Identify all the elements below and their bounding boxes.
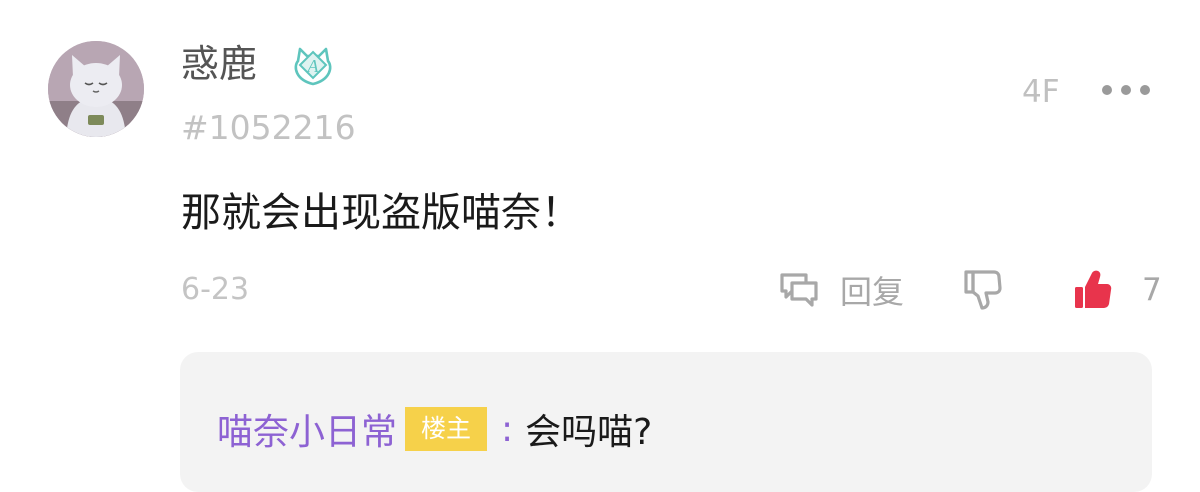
like-count: 7 xyxy=(1142,272,1162,308)
sub-reply[interactable]: 喵奈小日常 楼主 : 会吗喵? xyxy=(217,404,652,454)
comment-date: 6-23 xyxy=(181,272,250,307)
cat-avatar-image xyxy=(48,41,144,137)
op-tag: 楼主 xyxy=(405,407,488,451)
thumbs-up-icon xyxy=(1075,270,1112,308)
floor-number: 4F xyxy=(1022,74,1060,110)
sub-reply-text: 会吗喵? xyxy=(525,412,653,453)
reply-label: 回复 xyxy=(840,273,905,311)
sub-reply-colon: : xyxy=(501,408,514,450)
like-button[interactable]: 7 xyxy=(1072,266,1162,314)
user-level-badge-icon: A xyxy=(288,40,338,90)
avatar[interactable] xyxy=(48,41,144,137)
thumbs-down-icon xyxy=(964,270,1002,310)
badge-letter: A xyxy=(307,56,320,76)
username[interactable]: 惑鹿 xyxy=(181,40,257,88)
more-horizontal-icon[interactable] xyxy=(1102,78,1150,102)
dislike-button[interactable] xyxy=(962,268,1004,312)
comment-content: 那就会出现盗版喵奈！ xyxy=(181,190,581,236)
comment-bubble-icon xyxy=(780,273,818,307)
reply-button[interactable]: 回复 xyxy=(778,266,904,314)
sub-reply-author[interactable]: 喵奈小日常 xyxy=(217,403,397,455)
user-id: #1052216 xyxy=(181,108,356,147)
